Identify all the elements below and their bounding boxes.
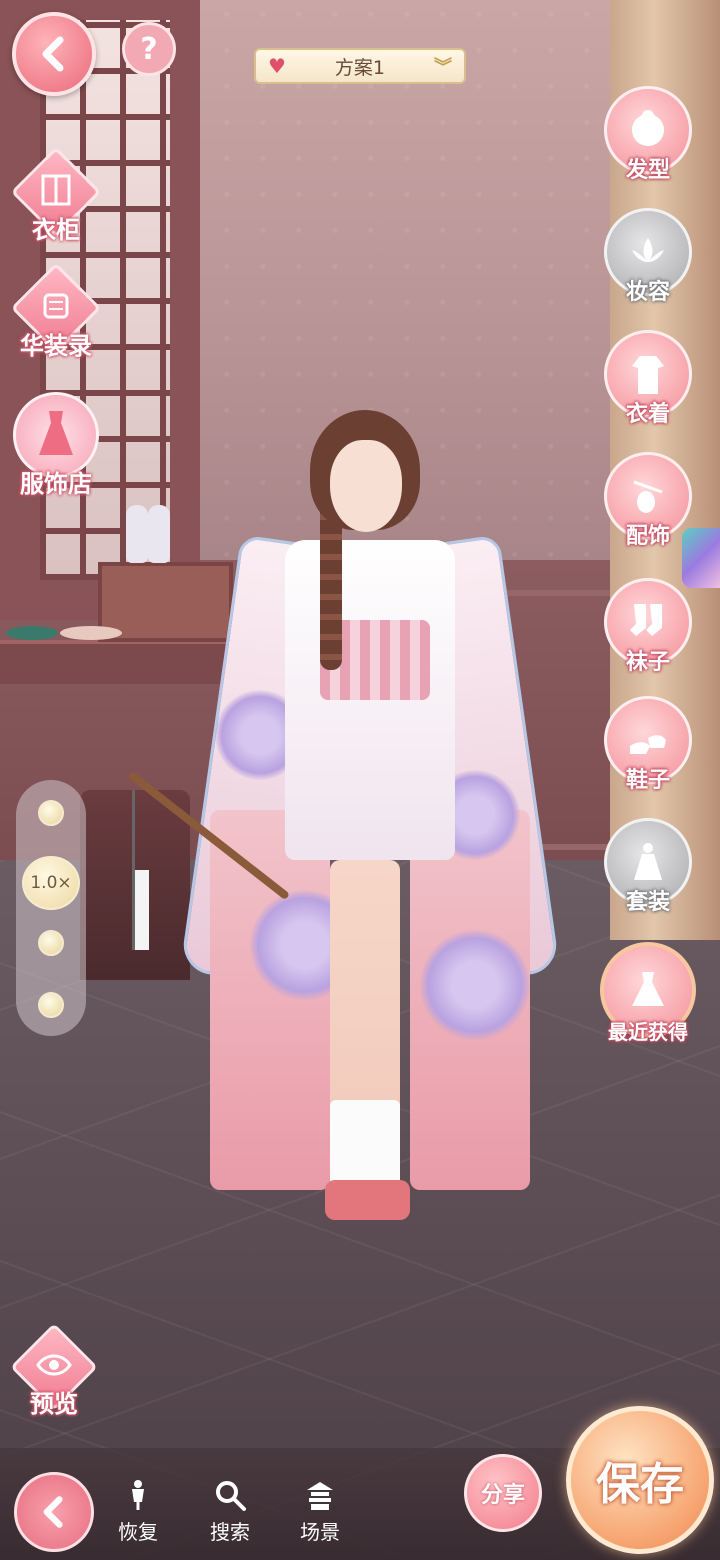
wardrobe-label: 衣柜 — [32, 216, 80, 244]
help-button[interactable]: ? — [122, 22, 176, 76]
category-recently-obtained[interactable]: 最近获得 — [598, 942, 698, 1045]
accessory-icon — [633, 480, 663, 513]
pavilion-icon — [307, 1482, 333, 1510]
white-socks — [330, 1100, 400, 1190]
bottom-back-button[interactable] — [14, 1472, 94, 1552]
category-label: 袜子 — [625, 650, 670, 675]
left-robe-panel — [210, 810, 330, 1190]
plate — [60, 626, 122, 640]
category-makeup[interactable]: 妆容 — [603, 208, 693, 306]
category-label: 妆容 — [625, 280, 670, 305]
category-shoes[interactable]: 鞋子 — [603, 696, 693, 794]
porcelain-vase — [126, 505, 148, 563]
tassel-ornament — [132, 790, 159, 950]
category-accessory[interactable]: 配饰 — [603, 452, 693, 550]
back-arrow-icon — [43, 1496, 63, 1528]
jade-dish — [6, 626, 58, 640]
heart-icon: ♥ — [268, 54, 286, 78]
category-clothing[interactable]: 衣着 — [603, 330, 693, 428]
back-arrow-icon — [42, 36, 64, 72]
outfit-icon — [634, 843, 662, 880]
clothing-icon — [632, 356, 664, 394]
hydrangea-pattern — [420, 930, 530, 1040]
scheme-selector[interactable]: ♥ 方案1 ︾ — [254, 48, 466, 84]
category-label: 最近获得 — [608, 1020, 688, 1044]
zoom-step-dot[interactable] — [38, 930, 64, 956]
restore-label: 恢复 — [118, 1520, 158, 1544]
scene-button[interactable]: 场景 — [290, 1478, 350, 1545]
dress-icon — [632, 972, 664, 1006]
category-label: 衣着 — [625, 402, 670, 427]
dress-shop-icon — [33, 407, 79, 463]
hairstyle-icon — [632, 110, 664, 146]
zoom-step-dot[interactable] — [38, 992, 64, 1018]
porcelain-vase — [148, 505, 170, 563]
category-label: 鞋子 — [625, 768, 670, 793]
category-outfit[interactable]: 套装 — [603, 818, 693, 916]
category-hairstyle[interactable]: 发型 — [603, 86, 693, 184]
category-socks[interactable]: 袜子 — [603, 578, 693, 676]
share-label: 分享 — [480, 1483, 525, 1508]
scroll-icon — [39, 289, 73, 327]
category-label: 发型 — [625, 158, 670, 183]
wardrobe-button[interactable]: 衣柜 — [10, 146, 102, 245]
search-button[interactable]: 搜索 — [200, 1478, 260, 1545]
face — [330, 440, 402, 532]
scene-label: 场景 — [300, 1520, 340, 1544]
search-label: 搜索 — [210, 1520, 250, 1544]
mannequin-icon — [132, 1480, 144, 1510]
clothing-shop-button[interactable]: 服饰店 — [10, 392, 102, 499]
zoom-level-indicator[interactable]: 1.0× — [22, 856, 80, 910]
zoom-step-dot[interactable] — [38, 800, 64, 826]
eye-icon — [36, 1353, 72, 1381]
clothing-shop-label: 服饰店 — [20, 470, 92, 498]
lotus-icon — [632, 238, 664, 262]
shoes-icon — [630, 735, 666, 754]
kimono-body — [285, 540, 455, 860]
costume-record-button[interactable]: 华装录 — [10, 262, 102, 361]
socks-icon — [630, 604, 662, 636]
category-label: 配饰 — [625, 524, 670, 549]
preview-button[interactable]: 预览 — [10, 1323, 98, 1419]
wardrobe-icon — [39, 173, 73, 211]
search-icon — [216, 1481, 246, 1511]
save-label: 保存 — [596, 1459, 684, 1510]
geta-shoes — [325, 1180, 410, 1220]
scheme-label: 方案1 — [334, 56, 386, 79]
share-button[interactable]: 分享 — [464, 1454, 542, 1532]
zoom-slider[interactable]: 1.0× — [16, 780, 86, 1036]
category-label: 套装 — [625, 890, 670, 915]
costume-record-label: 华装录 — [20, 332, 92, 360]
dressed-character[interactable] — [127, 390, 561, 1270]
back-button[interactable] — [12, 12, 96, 96]
chevron-down-icon: ︾ — [434, 57, 452, 78]
preview-label: 预览 — [30, 1390, 78, 1418]
save-button[interactable]: 保存 — [566, 1406, 714, 1554]
restore-button[interactable]: 恢复 — [108, 1478, 168, 1545]
